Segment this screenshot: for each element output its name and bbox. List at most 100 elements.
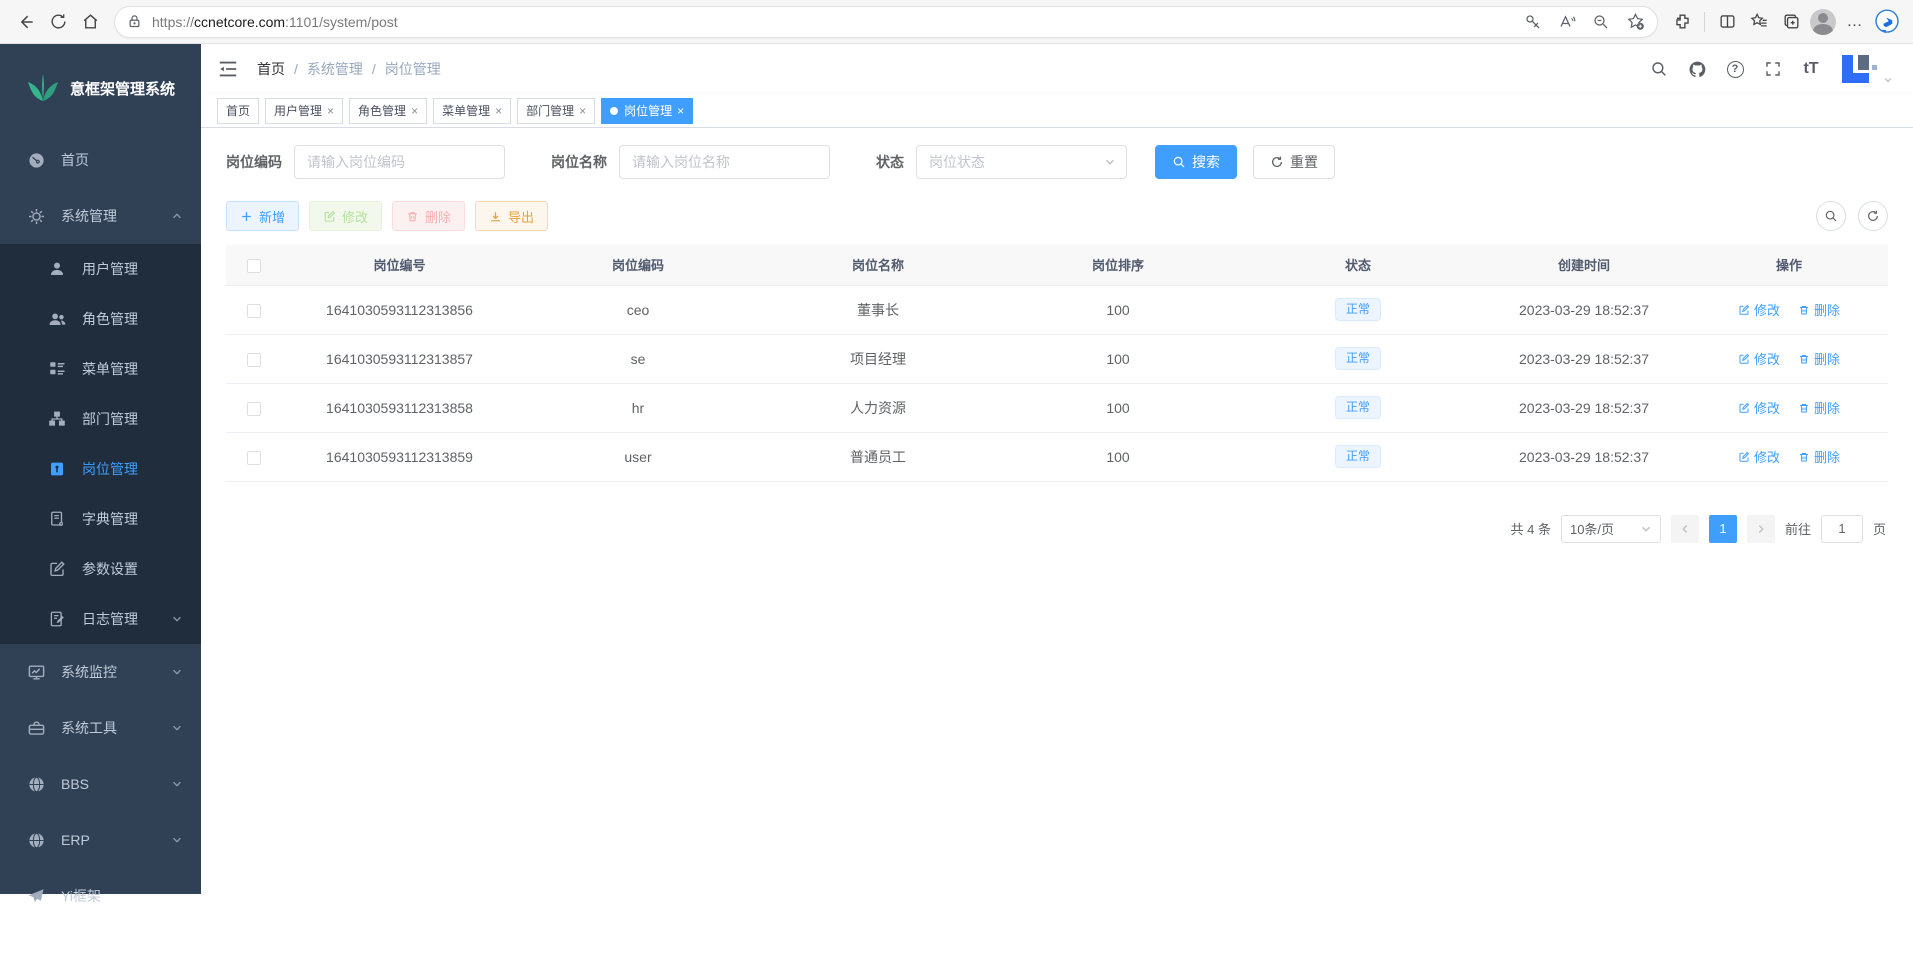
- password-key-icon[interactable]: [1517, 6, 1549, 38]
- edit-button[interactable]: 修改: [309, 201, 382, 231]
- fullscreen-icon[interactable]: [1763, 59, 1783, 79]
- column-header: 状态: [1238, 245, 1478, 285]
- close-icon[interactable]: ×: [327, 104, 334, 118]
- page-number-1[interactable]: 1: [1709, 515, 1737, 543]
- zoom-out-icon[interactable]: [1585, 6, 1617, 38]
- refresh-table-icon[interactable]: [1858, 201, 1888, 231]
- browser-menu-icon[interactable]: …: [1839, 6, 1871, 38]
- collections-icon[interactable]: [1775, 6, 1807, 38]
- tab-home[interactable]: 首页: [217, 98, 259, 124]
- tab-menu-management[interactable]: 菜单管理×: [433, 98, 511, 124]
- sidebar-item-bbs[interactable]: BBS: [0, 756, 201, 812]
- search-icon: [1172, 155, 1186, 169]
- export-button[interactable]: 导出: [475, 201, 548, 231]
- home-icon[interactable]: [74, 6, 106, 38]
- pagination: 共 4 条 10条/页 1 前往 页: [226, 515, 1888, 543]
- close-icon[interactable]: ×: [579, 104, 586, 118]
- edit-pencil-icon: [1738, 402, 1750, 414]
- post-name-input[interactable]: [619, 145, 830, 179]
- text-size-icon[interactable]: tT: [1801, 59, 1821, 79]
- sidebar-item-yi-framework[interactable]: Yi框架: [0, 868, 201, 924]
- page-unit-label: 页: [1873, 519, 1886, 538]
- split-screen-icon[interactable]: [1711, 6, 1743, 38]
- close-icon[interactable]: ×: [677, 104, 684, 118]
- profile-avatar[interactable]: [1807, 6, 1839, 38]
- url-text[interactable]: https://ccnetcore.com:1101/system/post: [152, 14, 1517, 30]
- prev-page-button[interactable]: [1671, 515, 1699, 543]
- sidebar-item-users[interactable]: 用户管理: [0, 244, 201, 294]
- row-checkbox[interactable]: [247, 353, 261, 367]
- row-delete-link[interactable]: 删除: [1798, 447, 1840, 466]
- breadcrumb-home[interactable]: 首页: [257, 59, 285, 79]
- read-aloud-icon[interactable]: [1551, 6, 1583, 38]
- row-edit-link[interactable]: 修改: [1738, 349, 1780, 368]
- row-checkbox[interactable]: [247, 451, 261, 465]
- dashboard-icon: [25, 149, 47, 171]
- goto-page-input[interactable]: [1821, 515, 1863, 543]
- sidebar-item-dictionary[interactable]: 字典管理: [0, 494, 201, 544]
- favorite-add-icon[interactable]: [1619, 6, 1651, 38]
- post-badge-icon: [46, 458, 68, 480]
- header-search-icon[interactable]: [1649, 59, 1669, 79]
- sidebar-item-logs[interactable]: 日志管理: [0, 594, 201, 644]
- post-code-input[interactable]: [294, 145, 505, 179]
- tab-user-management[interactable]: 用户管理×: [265, 98, 343, 124]
- leaf-logo-icon: [26, 73, 60, 103]
- refresh-icon: [1270, 155, 1284, 169]
- page-size-select[interactable]: 10条/页: [1561, 515, 1661, 543]
- lock-icon: [127, 14, 142, 29]
- gear-icon: [25, 205, 47, 227]
- help-icon[interactable]: ?: [1725, 59, 1745, 79]
- tab-post-management[interactable]: 岗位管理×: [601, 98, 693, 124]
- status-select[interactable]: 岗位状态: [916, 145, 1127, 179]
- sidebar-item-menus[interactable]: 菜单管理: [0, 344, 201, 394]
- sidebar-item-home[interactable]: 首页: [0, 132, 201, 188]
- user-logo-menu[interactable]: [1839, 53, 1893, 85]
- row-delete-link[interactable]: 删除: [1798, 300, 1840, 319]
- row-delete-link[interactable]: 删除: [1798, 398, 1840, 417]
- chevron-left-icon: [1679, 523, 1691, 535]
- sidebar-item-erp[interactable]: ERP: [0, 812, 201, 868]
- breadcrumb-current: 岗位管理: [385, 59, 441, 79]
- favorites-bar-icon[interactable]: [1743, 6, 1775, 38]
- refresh-icon[interactable]: [42, 6, 74, 38]
- next-page-button[interactable]: [1747, 515, 1775, 543]
- toggle-search-icon[interactable]: [1816, 201, 1846, 231]
- app-logo[interactable]: 意框架管理系统: [0, 44, 201, 132]
- row-edit-link[interactable]: 修改: [1738, 300, 1780, 319]
- tab-role-management[interactable]: 角色管理×: [349, 98, 427, 124]
- close-icon[interactable]: ×: [495, 104, 502, 118]
- sidebar-item-departments[interactable]: 部门管理: [0, 394, 201, 444]
- github-icon[interactable]: [1687, 59, 1707, 79]
- tab-dept-management[interactable]: 部门管理×: [517, 98, 595, 124]
- sidebar-item-roles[interactable]: 角色管理: [0, 294, 201, 344]
- row-edit-link[interactable]: 修改: [1738, 398, 1780, 417]
- select-all-checkbox[interactable]: [247, 259, 261, 273]
- browser-toolbar: https://ccnetcore.com:1101/system/post …: [0, 0, 1913, 44]
- sidebar-item-parameters[interactable]: 参数设置: [0, 544, 201, 594]
- row-edit-link[interactable]: 修改: [1738, 447, 1780, 466]
- bing-chat-icon[interactable]: [1871, 6, 1903, 38]
- paper-plane-icon: [25, 885, 47, 907]
- sidebar-collapse-icon[interactable]: [217, 58, 239, 80]
- edit-pencil-icon: [1738, 451, 1750, 463]
- sidebar-item-posts[interactable]: 岗位管理: [0, 444, 201, 494]
- back-icon[interactable]: [10, 6, 42, 38]
- extensions-icon[interactable]: [1666, 6, 1698, 38]
- close-icon[interactable]: ×: [411, 104, 418, 118]
- row-checkbox[interactable]: [247, 402, 261, 416]
- sidebar-item-monitor[interactable]: 系统监控: [0, 644, 201, 700]
- address-bar[interactable]: https://ccnetcore.com:1101/system/post: [114, 6, 1658, 38]
- sidebar-item-system[interactable]: 系统管理: [0, 188, 201, 244]
- add-button[interactable]: 新增: [226, 201, 299, 231]
- row-delete-link[interactable]: 删除: [1798, 349, 1840, 368]
- sidebar-item-tools[interactable]: 系统工具: [0, 700, 201, 756]
- row-checkbox[interactable]: [247, 304, 261, 318]
- reset-button[interactable]: 重置: [1253, 145, 1335, 179]
- delete-button[interactable]: 删除: [392, 201, 465, 231]
- column-header: 创建时间: [1478, 245, 1690, 285]
- chevron-down-icon: [171, 666, 183, 678]
- trash-icon: [1798, 402, 1810, 414]
- tags-view-bar: 首页 用户管理× 角色管理× 菜单管理× 部门管理× 岗位管理×: [201, 94, 1913, 128]
- search-button[interactable]: 搜索: [1155, 145, 1237, 179]
